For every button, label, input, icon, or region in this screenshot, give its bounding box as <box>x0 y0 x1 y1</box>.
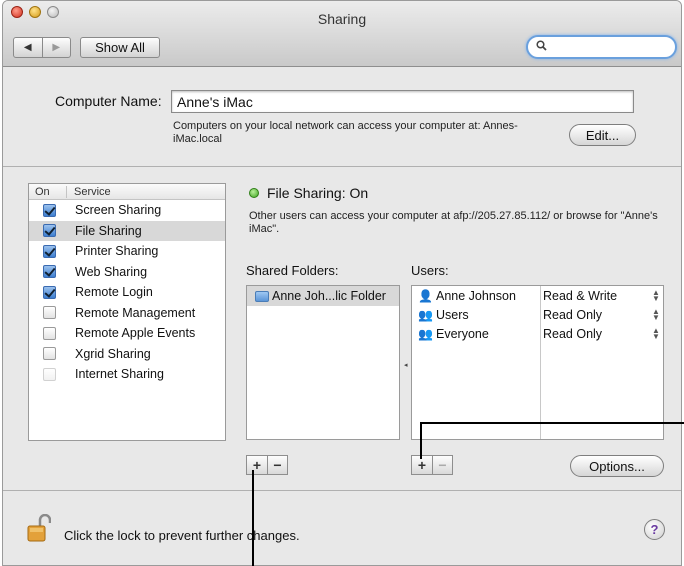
computer-name-field[interactable]: Anne's iMac <box>171 90 634 113</box>
remove-folder-button[interactable]: − <box>267 456 287 474</box>
back-icon: ◀ <box>23 42 32 53</box>
service-checkbox[interactable] <box>43 244 56 258</box>
service-checkbox[interactable] <box>43 326 56 340</box>
updown-arrows-icon[interactable]: ▲ ▼ <box>649 326 663 340</box>
user-name: Anne Johnson <box>436 288 516 303</box>
users-add-remove: + − <box>411 455 453 475</box>
user-name-cell: 👤 Anne Johnson <box>412 289 540 303</box>
service-row[interactable]: Printer Sharing <box>29 241 225 262</box>
service-list-header: On Service <box>29 184 225 200</box>
service-checkbox[interactable] <box>43 367 56 381</box>
service-label: Xgrid Sharing <box>75 346 151 361</box>
lock-message: Click the lock to prevent further change… <box>64 528 300 543</box>
service-row[interactable]: File Sharing <box>29 220 225 241</box>
lock-icon[interactable] <box>27 513 52 542</box>
column-on-header[interactable]: On <box>29 185 67 198</box>
file-sharing-status: File Sharing: On <box>267 185 369 201</box>
show-all-button[interactable]: Show All <box>80 37 160 58</box>
callout-line <box>420 423 422 459</box>
callout-line <box>420 422 684 424</box>
callout-line <box>252 470 254 566</box>
shared-folder-name: Anne Joh...lic Folder <box>272 289 386 303</box>
service-row[interactable]: Remote Apple Events <box>29 323 225 344</box>
user-name-cell: 👥 Everyone <box>412 327 540 341</box>
users-label: Users: <box>411 263 449 278</box>
user-row[interactable]: 👥 Everyone Read Only ▲ ▼ <box>412 324 663 343</box>
service-label: Screen Sharing <box>75 203 162 218</box>
forward-icon: ▶ <box>52 42 61 53</box>
add-folder-button[interactable]: + <box>247 456 267 474</box>
service-row[interactable]: Xgrid Sharing <box>29 344 225 365</box>
service-row[interactable]: Remote Login <box>29 282 225 303</box>
updown-arrows-icon[interactable]: ▲ ▼ <box>649 288 663 302</box>
service-row[interactable]: Screen Sharing <box>29 200 225 221</box>
permission-popup[interactable]: Read Only <box>540 308 649 322</box>
service-label: Printer Sharing <box>75 244 159 259</box>
permission-popup[interactable]: Read & Write <box>540 289 649 303</box>
user-name: Everyone <box>436 326 489 341</box>
shared-folder-row[interactable]: Anne Joh...lic Folder <box>247 286 399 306</box>
remove-user-button[interactable]: − <box>432 456 452 474</box>
help-button[interactable]: ? <box>644 519 665 540</box>
user-row[interactable]: 👤 Anne Johnson Read & Write ▲ ▼ <box>412 286 663 305</box>
updown-arrows-icon[interactable]: ▲ ▼ <box>649 307 663 321</box>
user-row[interactable]: 👥 Users Read Only ▲ ▼ <box>412 305 663 324</box>
service-label: Internet Sharing <box>75 367 164 382</box>
window-title: Sharing <box>317 11 367 27</box>
person-icon: 👤 <box>418 288 433 303</box>
service-checkbox[interactable] <box>43 265 56 279</box>
computer-name-label: Computer Name: <box>55 93 162 109</box>
service-label: Web Sharing <box>75 264 148 279</box>
service-checkbox[interactable] <box>43 347 56 361</box>
column-separator <box>540 286 541 439</box>
sharing-window: Sharing ◀ ▶ Show All Computer Name: Anne… <box>2 0 682 566</box>
divider <box>3 166 681 167</box>
file-sharing-description: Other users can access your computer at … <box>249 210 658 235</box>
service-checkbox[interactable] <box>43 306 56 320</box>
shared-folders-list: Anne Joh...lic Folder <box>246 285 400 440</box>
nav-buttons: ◀ ▶ <box>13 37 71 58</box>
service-checkbox[interactable] <box>43 224 56 238</box>
service-checkbox[interactable] <box>43 285 56 299</box>
status-indicator-icon <box>249 188 259 198</box>
divider <box>3 490 681 491</box>
service-checkbox[interactable] <box>43 203 56 217</box>
split-handle-icon[interactable]: ◂ <box>404 361 408 369</box>
service-row[interactable]: Remote Management <box>29 303 225 324</box>
back-button[interactable]: ◀ <box>14 38 42 57</box>
group-icon: 👥 <box>418 307 433 322</box>
service-label: Remote Login <box>75 285 153 300</box>
permission-popup[interactable]: Read Only <box>540 327 649 341</box>
users-list: 👤 Anne Johnson Read & Write ▲ ▼ 👥 Users Read On… <box>411 285 664 440</box>
user-name-cell: 👥 Users <box>412 308 540 322</box>
service-label: Remote Management <box>75 305 196 320</box>
search-field[interactable] <box>526 35 677 59</box>
search-icon <box>536 40 547 54</box>
title-bar: Sharing ◀ ▶ Show All <box>3 1 681 67</box>
user-name: Users <box>436 307 469 322</box>
add-user-button[interactable]: + <box>412 456 432 474</box>
forward-button[interactable]: ▶ <box>41 38 71 57</box>
shared-folders-label: Shared Folders: <box>246 263 339 278</box>
service-label: File Sharing <box>75 223 142 238</box>
service-label: Remote Apple Events <box>75 326 196 341</box>
computer-address-info: Computers on your local network can acce… <box>173 120 518 145</box>
folder-icon <box>255 290 269 302</box>
column-service-header[interactable]: Service <box>67 186 111 198</box>
service-list: On Service Screen Sharing File Sharing Pri… <box>28 183 226 441</box>
service-row[interactable]: Internet Sharing <box>29 364 225 385</box>
group-icon: 👥 <box>418 326 433 341</box>
options-button[interactable]: Options... <box>570 455 664 477</box>
service-row[interactable]: Web Sharing <box>29 262 225 283</box>
edit-button[interactable]: Edit... <box>569 124 636 146</box>
